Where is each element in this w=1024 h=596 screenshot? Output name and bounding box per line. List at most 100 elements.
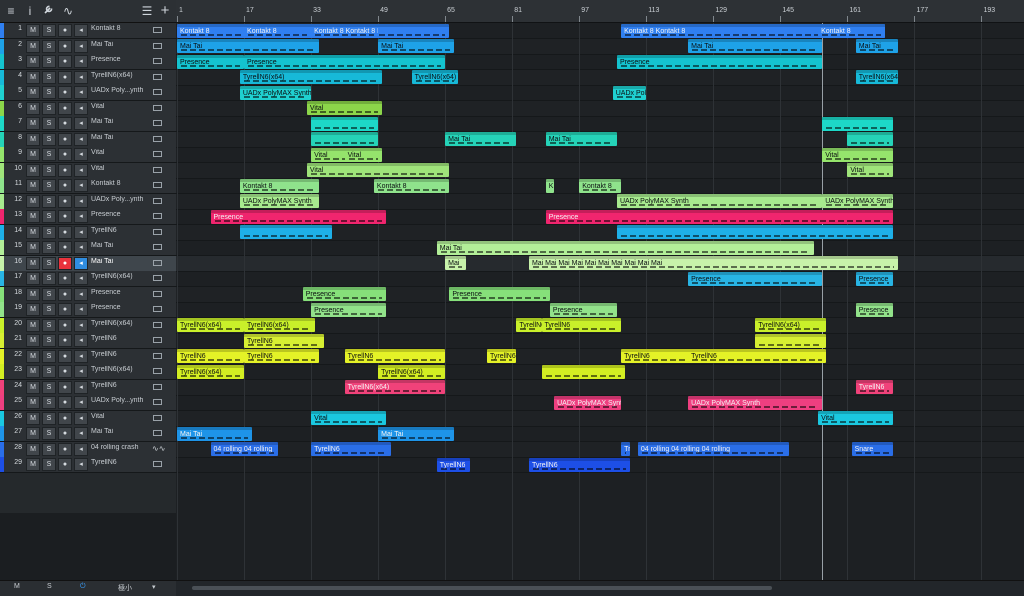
midi-clip[interactable]: Presence <box>856 272 894 286</box>
track-header[interactable]: 17MS●◂TyrellN6(x64) <box>0 271 176 287</box>
midi-clip[interactable]: Mai <box>445 256 466 270</box>
monitor-button[interactable]: ◂ <box>74 303 88 316</box>
midi-clip[interactable]: TyrellN6 <box>621 349 692 363</box>
midi-clip[interactable]: Mai Tai <box>437 241 814 255</box>
record-arm-button[interactable]: ● <box>58 102 72 115</box>
track-name[interactable]: TyrellN6 <box>91 227 151 234</box>
audio-event[interactable]: TyrellN6 <box>311 442 391 456</box>
track-name[interactable]: Mai Tai <box>91 258 151 265</box>
record-arm-button[interactable]: ● <box>58 24 72 37</box>
record-arm-button[interactable]: ● <box>58 86 72 99</box>
midi-clip[interactable] <box>240 225 332 239</box>
midi-clip[interactable]: Presence <box>449 287 550 301</box>
track-name[interactable]: Mai Tai <box>91 134 151 141</box>
track-header[interactable]: 29MS●◂TyrellN6 <box>0 457 176 473</box>
monitor-button[interactable]: ◂ <box>74 55 88 68</box>
record-arm-button[interactable]: ● <box>58 210 72 223</box>
midi-clip[interactable]: Presence <box>244 55 445 69</box>
track-header[interactable]: 22MS●◂TyrellN6 <box>0 349 176 365</box>
track-name[interactable]: TyrellN6 <box>91 459 151 466</box>
solo-button[interactable]: S <box>42 55 56 68</box>
track-header[interactable]: 14MS●◂TyrellN6 <box>0 225 176 241</box>
info-icon[interactable]: i <box>22 3 38 19</box>
track-name[interactable]: 04 rolling crash <box>91 444 151 451</box>
solo-button[interactable]: S <box>42 365 56 378</box>
record-arm-button[interactable]: ● <box>58 443 72 456</box>
list-icon[interactable]: ☰ <box>139 3 155 19</box>
midi-clip[interactable]: Mai Tai <box>378 427 453 441</box>
mute-button[interactable]: M <box>26 55 40 68</box>
solo-button[interactable]: S <box>42 40 56 53</box>
track-lane[interactable] <box>176 163 1024 179</box>
audio-event[interactable]: 04 rolling 04 rolling <box>211 442 278 456</box>
track-name[interactable]: Presence <box>91 289 151 296</box>
monitor-button[interactable]: ◂ <box>74 350 88 363</box>
solo-button[interactable]: S <box>42 288 56 301</box>
monitor-button[interactable]: ◂ <box>74 179 88 192</box>
track-name[interactable]: TyrellN6 <box>91 335 151 342</box>
midi-clip[interactable]: TyrellN6(x64) <box>412 70 458 84</box>
midi-clip[interactable]: Vital <box>822 148 893 162</box>
track-name[interactable]: Vital <box>91 103 151 110</box>
record-arm-button[interactable]: ● <box>58 396 72 409</box>
midi-clip[interactable]: Mai Tai <box>546 132 617 146</box>
midi-clip[interactable]: TyrellN6 <box>516 318 541 332</box>
mute-button[interactable]: M <box>26 86 40 99</box>
midi-clip[interactable]: Kontakt 8 <box>579 179 621 193</box>
midi-clip[interactable]: Presence <box>856 303 894 317</box>
wrench-icon[interactable] <box>41 3 57 19</box>
midi-clip[interactable] <box>822 117 893 131</box>
mute-button[interactable]: M <box>26 319 40 332</box>
audio-event[interactable]: Tr <box>621 442 629 456</box>
track-lane[interactable] <box>176 147 1024 163</box>
mute-button[interactable]: M <box>26 241 40 254</box>
midi-clip[interactable]: Mai Tai <box>378 39 453 53</box>
midi-clip[interactable]: Kontakt 8 <box>244 24 311 38</box>
record-arm-button[interactable]: ● <box>58 334 72 347</box>
track-name[interactable]: Kontakt 8 <box>91 180 151 187</box>
midi-clip[interactable]: Presence <box>211 210 387 224</box>
monitor-button[interactable]: ◂ <box>74 24 88 37</box>
mute-button[interactable]: M <box>26 257 40 270</box>
midi-clip[interactable]: UADx PolyMAX Synth <box>822 194 893 208</box>
midi-clip[interactable]: Presence <box>177 55 244 69</box>
track-name[interactable]: UADx Poly...ynth <box>91 87 151 94</box>
record-arm-button[interactable]: ● <box>58 427 72 440</box>
mute-button[interactable]: M <box>26 179 40 192</box>
solo-button[interactable]: S <box>42 102 56 115</box>
midi-clip[interactable]: UADx PolyMAX Synth <box>240 194 320 208</box>
horizontal-scrollbar[interactable] <box>176 580 1024 596</box>
track-name[interactable]: TyrellN6(x64) <box>91 366 151 373</box>
track-lane[interactable] <box>176 411 1024 427</box>
midi-clip[interactable]: Mai Mai Mai Mai Mai Mai Mai Mai Mai Mai <box>529 256 898 270</box>
mute-button[interactable]: M <box>26 458 40 471</box>
midi-clip[interactable]: Presence <box>311 303 386 317</box>
mute-button[interactable]: M <box>26 71 40 84</box>
solo-button[interactable]: S <box>42 133 56 146</box>
track-lane[interactable] <box>176 101 1024 117</box>
mute-button[interactable]: M <box>26 117 40 130</box>
monitor-button[interactable]: ◂ <box>74 288 88 301</box>
chevron-down-icon[interactable]: ▾ <box>152 583 156 591</box>
mute-button[interactable]: M <box>26 272 40 285</box>
track-header[interactable]: 23MS●◂TyrellN6(x64) <box>0 364 176 380</box>
record-arm-button[interactable]: ● <box>58 381 72 394</box>
midi-clip[interactable] <box>311 117 378 131</box>
midi-clip[interactable]: TyrellN6 <box>688 349 826 363</box>
midi-clip[interactable]: TyrellN6 <box>345 349 446 363</box>
record-arm-button[interactable]: ● <box>58 257 72 270</box>
midi-clip[interactable]: Vital <box>311 411 386 425</box>
monitor-button[interactable]: ◂ <box>74 412 88 425</box>
track-header[interactable]: 12MS●◂UADx Poly...ynth <box>0 194 176 210</box>
monitor-button[interactable]: ◂ <box>74 210 88 223</box>
midi-clip[interactable]: Presence <box>546 210 894 224</box>
track-header[interactable]: 25MS●◂UADx Poly...ynth <box>0 395 176 411</box>
track-name[interactable]: Kontakt 8 <box>91 25 151 32</box>
automation-icon[interactable]: ∿ <box>60 3 76 19</box>
mute-button[interactable]: M <box>26 381 40 394</box>
track-header[interactable]: 10MS●◂Vital <box>0 163 176 179</box>
scrollbar-thumb[interactable] <box>192 586 772 590</box>
monitor-button[interactable]: ◂ <box>74 86 88 99</box>
audio-event[interactable]: Snare <box>852 442 894 456</box>
solo-button[interactable]: S <box>42 381 56 394</box>
